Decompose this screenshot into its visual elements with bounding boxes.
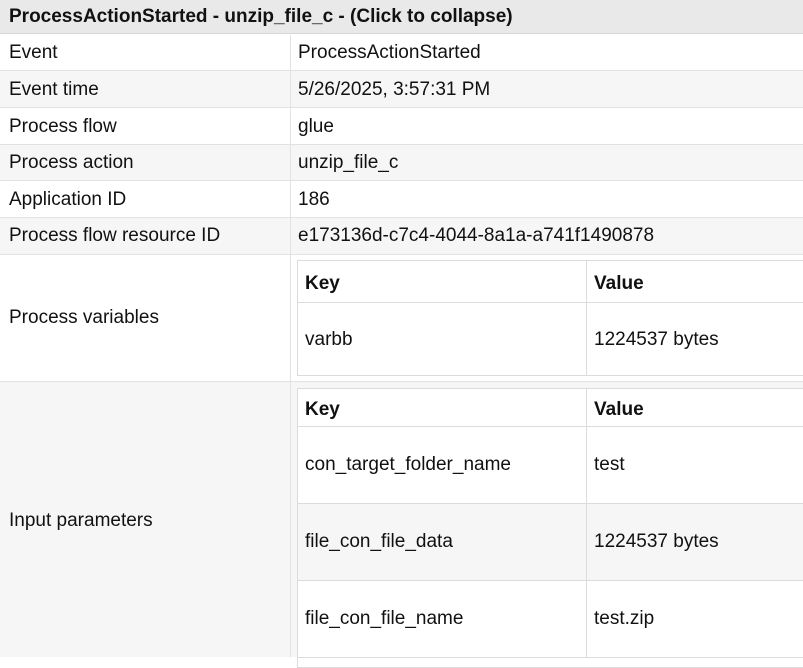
process-flow-value: glue (298, 116, 334, 137)
column-divider (586, 427, 587, 503)
process-flow-resource-id-value: e173136d-c7c4-4044-8a1a-a741f1490878 (298, 225, 655, 246)
column-divider (586, 389, 587, 426)
process-action-row: Process action unzip_file_c (0, 145, 803, 181)
value-column-header: Value (594, 273, 644, 294)
application-id-row: Application ID 186 (0, 181, 803, 218)
column-divider (290, 145, 291, 180)
parameter-key: con_target_folder_name (305, 454, 511, 475)
process-variables-table: Key Value varbb 1224537 bytes (297, 260, 803, 376)
process-flow-label: Process flow (9, 116, 117, 137)
table-row: file_con_file_data 1224537 bytes (298, 504, 803, 581)
column-divider (290, 181, 291, 217)
process-variables-label: Process variables (9, 307, 159, 328)
key-column-header: Key (305, 273, 340, 294)
event-value: ProcessActionStarted (298, 42, 481, 63)
column-divider (290, 35, 291, 70)
column-divider (586, 261, 587, 302)
table-row: file_con_file_name test.zip (298, 581, 803, 658)
table-header-row: Key Value (298, 389, 803, 427)
event-time-value: 5/26/2025, 3:57:31 PM (298, 79, 491, 100)
variable-value: 1224537 bytes (594, 329, 719, 350)
application-id-value: 186 (298, 189, 330, 210)
application-id-label: Application ID (9, 189, 127, 210)
value-column-header: Value (594, 399, 644, 420)
process-action-value: unzip_file_c (298, 152, 399, 173)
process-flow-resource-id-row: Process flow resource ID e173136d-c7c4-4… (0, 218, 803, 255)
column-divider (290, 255, 291, 381)
process-variables-row: Process variables Key Value varbb 122453… (0, 255, 803, 382)
key-column-header: Key (305, 399, 340, 420)
process-action-label: Process action (9, 152, 134, 173)
column-divider (290, 108, 291, 144)
parameter-key: file_con_file_data (305, 531, 453, 552)
event-row: Event ProcessActionStarted (0, 35, 803, 71)
column-divider (290, 71, 291, 107)
process-flow-resource-id-label: Process flow resource ID (9, 225, 221, 246)
column-divider (586, 581, 587, 657)
parameter-value: 1224537 bytes (594, 531, 719, 552)
event-time-label: Event time (9, 79, 99, 100)
column-divider (586, 303, 587, 376)
column-divider (290, 218, 291, 254)
input-parameters-label: Input parameters (9, 510, 153, 531)
input-parameters-table: Key Value con_target_folder_name test fi… (297, 388, 803, 668)
table-row: varbb 1224537 bytes (298, 303, 803, 376)
parameter-value: test.zip (594, 608, 655, 629)
variable-key: varbb (305, 329, 353, 350)
parameter-key: file_con_file_name (305, 608, 464, 629)
process-flow-row: Process flow glue (0, 108, 803, 145)
column-divider (290, 382, 291, 657)
parameter-value: test (594, 454, 625, 475)
input-parameters-row: Input parameters Key Value con_target_fo… (0, 382, 803, 668)
event-header-collapse-toggle[interactable]: ProcessActionStarted - unzip_file_c - (C… (0, 0, 803, 34)
table-row: con_target_folder_name test (298, 427, 803, 504)
table-header-row: Key Value (298, 261, 803, 303)
event-time-row: Event time 5/26/2025, 3:57:31 PM (0, 71, 803, 108)
event-label: Event (9, 42, 58, 63)
column-divider (586, 504, 587, 580)
